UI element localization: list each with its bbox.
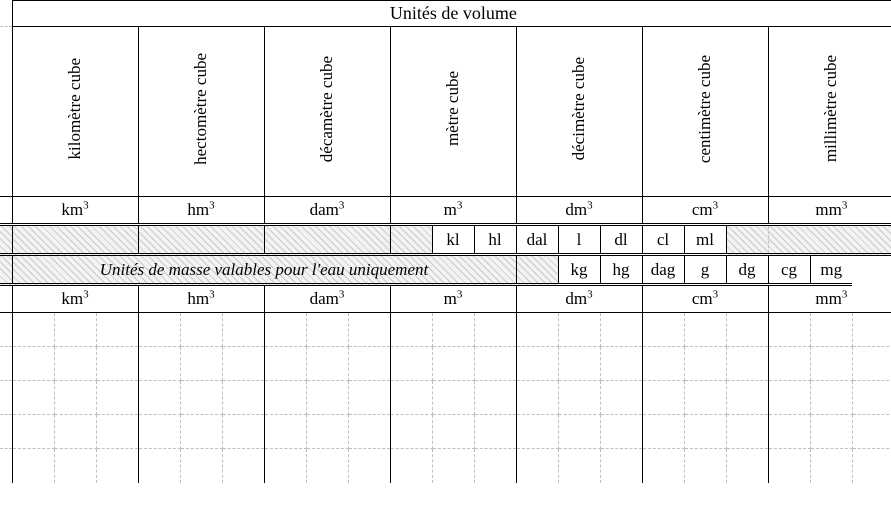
unit-name-km3: kilomètre cube: [12, 27, 138, 197]
capacity-dl: dl: [600, 225, 642, 255]
conversion-table: Unités de volume kilomètre cube hectomèt…: [0, 0, 891, 483]
mass-mg: mg: [810, 255, 852, 285]
grid-row: [0, 347, 891, 381]
mass-dg: dg: [726, 255, 768, 285]
capacity-blank-km3: [12, 225, 138, 255]
unit-symbol-dm3: dm3: [516, 197, 642, 225]
unit-name-dm3: décimètre cube: [516, 27, 642, 197]
unit-symbol2-m3: m3: [390, 285, 516, 313]
unit-names-row: kilomètre cube hectomètre cube décamètre…: [0, 27, 891, 197]
unit-name-hm3: hectomètre cube: [138, 27, 264, 197]
capacity-blank-mm3: [768, 225, 891, 255]
title-row: Unités de volume: [0, 1, 891, 27]
unit-symbol2-dam3: dam3: [264, 285, 390, 313]
page: Unités de volume kilomètre cube hectomèt…: [0, 0, 891, 521]
capacity-kl: kl: [432, 225, 474, 255]
unit-symbol-cm3: cm3: [642, 197, 768, 225]
unit-symbol-mm3: mm3: [768, 197, 891, 225]
capacity-ml: ml: [684, 225, 726, 255]
mass-cg: cg: [768, 255, 810, 285]
capacity-blank-dam3: [264, 225, 390, 255]
page-title: Unités de volume: [12, 1, 891, 27]
capacity-dal: dal: [516, 225, 558, 255]
unit-name-cm3: centimètre cube: [642, 27, 768, 197]
unit-symbol-km3: km3: [12, 197, 138, 225]
mass-units-row: Unités de masse valables pour l'eau uniq…: [0, 255, 891, 285]
mass-hg: hg: [600, 255, 642, 285]
mass-note: Unités de masse valables pour l'eau uniq…: [12, 255, 516, 285]
grid-row: [0, 449, 891, 483]
unit-symbol2-hm3: hm3: [138, 285, 264, 313]
unit-name-mm3: millimètre cube: [768, 27, 891, 197]
unit-symbol-m3: m3: [390, 197, 516, 225]
unit-symbol-hm3: hm3: [138, 197, 264, 225]
capacity-blank-hm3: [138, 225, 264, 255]
unit-name-dam3: décamètre cube: [264, 27, 390, 197]
unit-symbol-dam3: dam3: [264, 197, 390, 225]
unit-symbol2-mm3: mm3: [768, 285, 891, 313]
unit-name-m3: mètre cube: [390, 27, 516, 197]
capacity-cl: cl: [642, 225, 684, 255]
unit-symbol2-dm3: dm3: [516, 285, 642, 313]
capacity-l: l: [558, 225, 600, 255]
capacity-units-row: kl hl dal l dl cl ml: [0, 225, 891, 255]
unit-symbol2-cm3: cm3: [642, 285, 768, 313]
mass-dag: dag: [642, 255, 684, 285]
grid-row: [0, 415, 891, 449]
unit-symbol2-km3: km3: [12, 285, 138, 313]
unit-symbols-row-top: km3 hm3 dam3 m3 dm3 cm3 mm3: [0, 197, 891, 225]
grid-row: [0, 313, 891, 347]
capacity-hl: hl: [474, 225, 516, 255]
unit-symbols-row-bottom: km3 hm3 dam3 m3 dm3 cm3 mm3: [0, 285, 891, 313]
mass-kg: kg: [558, 255, 600, 285]
grid-row: [0, 381, 891, 415]
mass-g: g: [684, 255, 726, 285]
